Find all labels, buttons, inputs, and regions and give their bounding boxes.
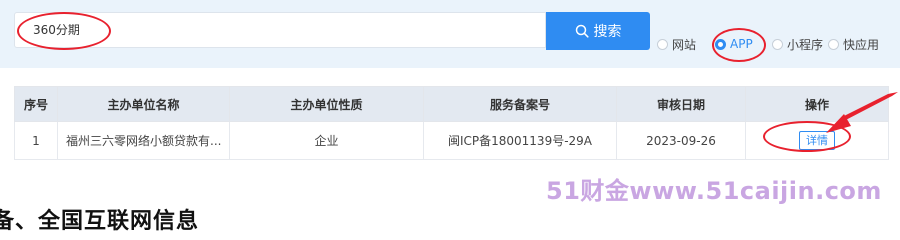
section-heading-partial: 备、全国互联网信息 <box>0 209 200 234</box>
watermark: 51财金www.51caijin.com <box>546 177 882 205</box>
